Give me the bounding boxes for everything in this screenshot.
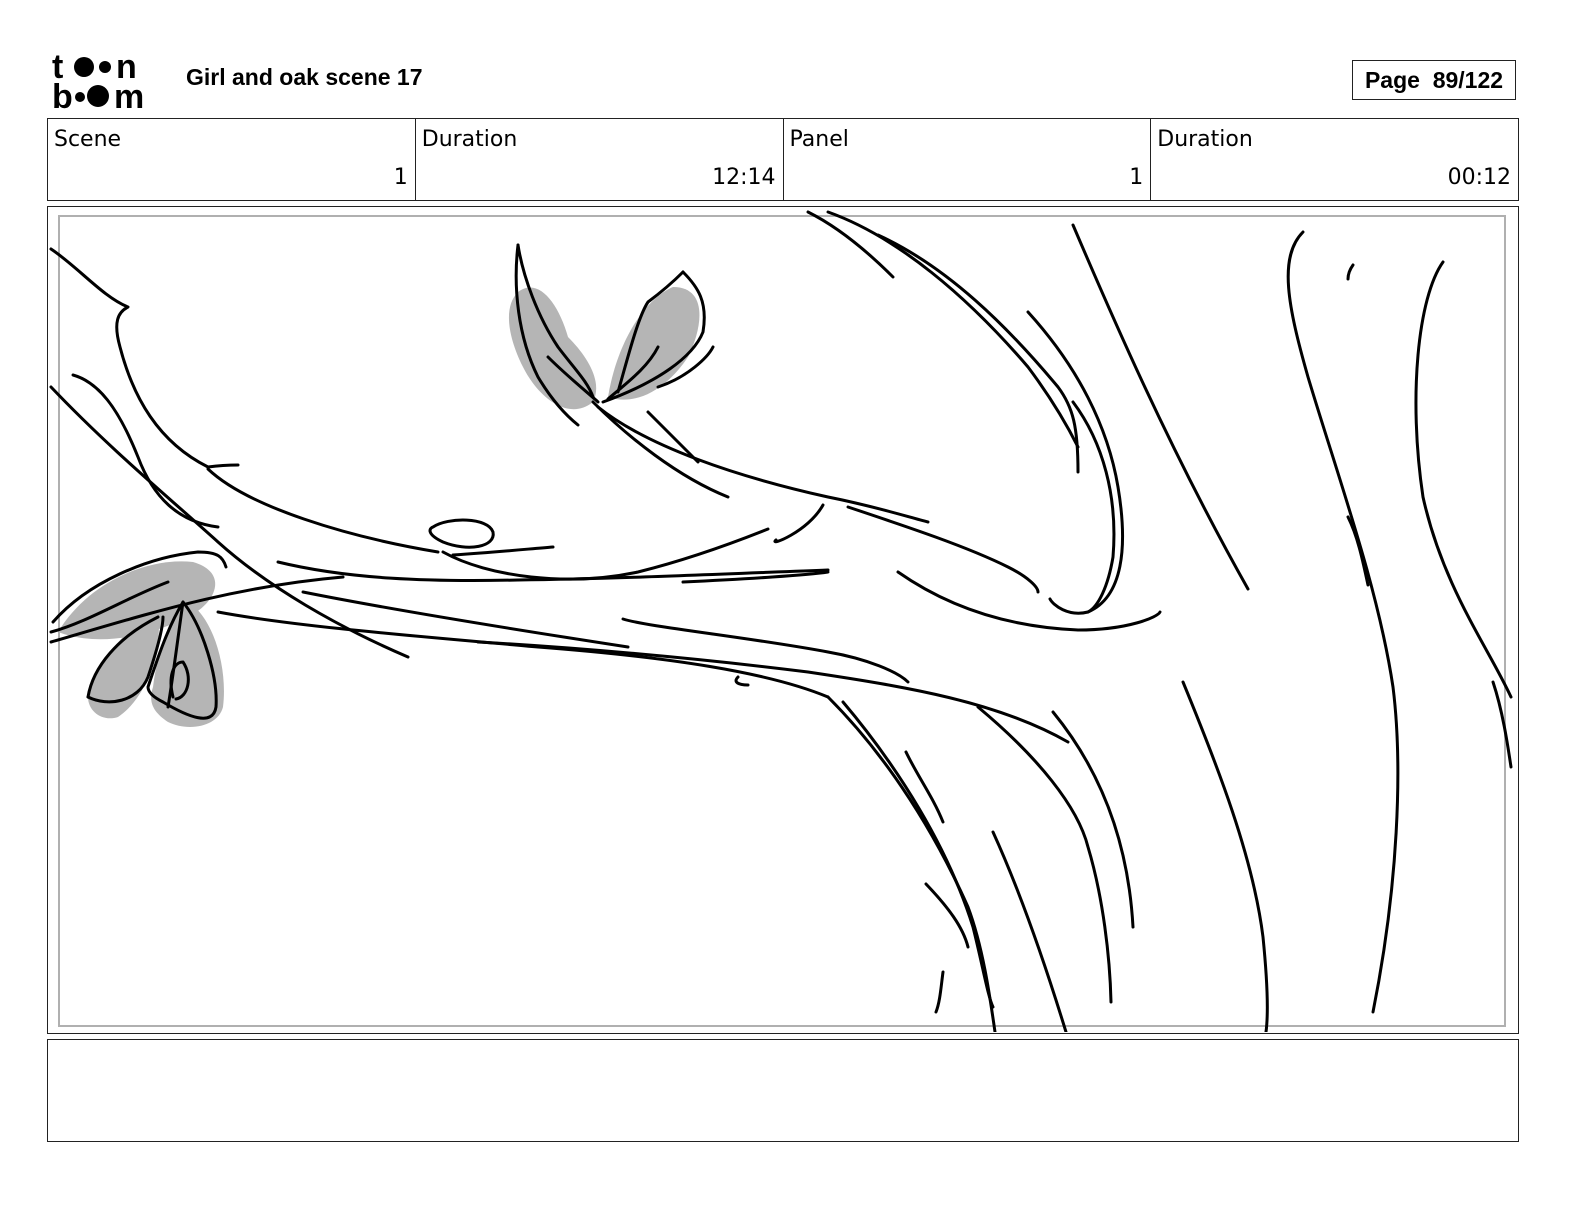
panel-duration-label: Duration	[1157, 127, 1253, 152]
page-indicator: Page 89/122	[1352, 60, 1516, 100]
oak-branch-sketch	[49, 210, 1513, 1032]
panel-label: Panel	[789, 127, 849, 152]
scene-cell: Scene 1	[48, 119, 416, 200]
panel-duration-cell: Duration 00:12	[1151, 119, 1518, 200]
svg-text:b: b	[52, 78, 73, 112]
panel-notes-box	[47, 1039, 1519, 1142]
scene-label: Scene	[54, 127, 122, 152]
panel-duration-value: 00:12	[1447, 165, 1511, 190]
scene-duration-cell: Duration 12:14	[416, 119, 784, 200]
scene-info-table: Scene 1 Duration 12:14 Panel 1 Duration …	[47, 118, 1519, 201]
scene-value: 1	[393, 165, 408, 190]
storyboard-title: Girl and oak scene 17	[186, 64, 423, 90]
svg-text:m: m	[114, 78, 144, 112]
scene-duration-label: Duration	[421, 127, 518, 152]
storyboard-panel	[47, 206, 1519, 1034]
page-number: 89/122	[1432, 66, 1504, 93]
scene-duration-value: 12:14	[712, 165, 776, 190]
panel-cell: Panel 1	[784, 119, 1152, 200]
toonboom-logo: t n b m	[52, 48, 164, 116]
panel-value: 1	[1129, 165, 1144, 190]
page-label: Page	[1364, 66, 1420, 93]
